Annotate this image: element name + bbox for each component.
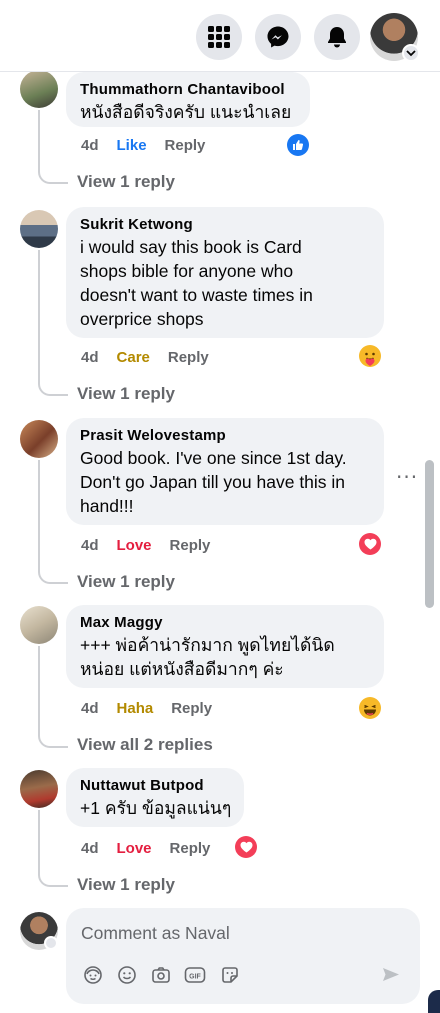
thread-line <box>38 250 40 384</box>
thread-connector <box>38 734 68 748</box>
comment-timestamp[interactable]: 4d <box>81 537 99 554</box>
comment-timestamp[interactable]: 4d <box>81 840 99 857</box>
thread-connector <box>38 382 68 396</box>
comment-timestamp[interactable]: 4d <box>81 349 99 366</box>
comment-actions: 4d Haha Reply <box>81 700 212 717</box>
thread-line <box>38 460 40 572</box>
view-replies-link[interactable]: View all 2 replies <box>77 735 213 755</box>
comment-bubble: Nuttawut Butpod +1 ครับ ข้อมูลแน่นๆ <box>66 768 244 827</box>
view-replies-link[interactable]: View 1 reply <box>77 172 175 192</box>
emoji-icon[interactable] <box>116 964 138 986</box>
love-icon[interactable] <box>235 836 257 858</box>
menu-grid-icon[interactable] <box>196 14 242 60</box>
view-replies-link[interactable]: View 1 reply <box>77 572 175 592</box>
comment-text-line: +1 ครับ ข้อมูลแน่นๆ <box>80 798 232 818</box>
avatar[interactable] <box>20 420 58 458</box>
thread-connector <box>38 873 68 887</box>
reply-button[interactable]: Reply <box>170 840 211 857</box>
avatar[interactable] <box>20 210 58 248</box>
comment-text-line: shops bible for anyone who <box>80 261 294 281</box>
haha-icon[interactable] <box>359 697 381 719</box>
reply-button[interactable]: Reply <box>165 137 206 154</box>
view-replies-link[interactable]: View 1 reply <box>77 875 175 895</box>
avatar[interactable] <box>20 606 58 644</box>
thread-connector <box>38 170 68 184</box>
scrollbar-thumb[interactable] <box>425 460 434 608</box>
svg-text:GIF: GIF <box>189 973 201 980</box>
comment-bubble: Prasit Welovestamp Good book. I've one s… <box>66 418 384 525</box>
comment-composer: GIF <box>66 908 420 1004</box>
sticker-icon[interactable] <box>219 964 241 986</box>
comment-text-line: hand!!! <box>80 496 134 516</box>
comment-bubble: Thummathorn Chantavibool หนังสือดีจริงคร… <box>66 72 310 127</box>
comment-text-line: หน่อย แต่หนังสือดีมากๆ ค่ะ <box>80 659 284 679</box>
top-navigation-bar <box>0 0 440 72</box>
comment-author[interactable]: Nuttawut Butpod <box>80 776 232 796</box>
camera-icon[interactable] <box>150 964 172 986</box>
gif-icon[interactable]: GIF <box>184 964 206 986</box>
comment-text-line: +++ พ่อค้าน่ารักมาก พูดไทยได้นิด <box>80 635 335 655</box>
comment-actions: 4d Like Reply <box>81 137 205 154</box>
window-edge <box>428 990 440 1013</box>
love-button[interactable]: Love <box>117 840 152 857</box>
comment-text: หนังสือดีจริงครับ แนะนำเลย <box>80 102 292 122</box>
comment-bubble: Max Maggy +++ พ่อค้าน่ารักมาก พูดไทยได้น… <box>66 605 384 688</box>
comment-text-line: doesn't want to waste times in <box>80 285 313 305</box>
chevron-down-icon[interactable] <box>402 44 420 62</box>
reply-button[interactable]: Reply <box>170 537 211 554</box>
comment-author[interactable]: Prasit Welovestamp <box>80 426 372 446</box>
comment-timestamp[interactable]: 4d <box>81 700 99 717</box>
view-replies-link[interactable]: View 1 reply <box>77 384 175 404</box>
comment-bubble: Sukrit Ketwong i would say this book is … <box>66 207 384 338</box>
comment-timestamp[interactable]: 4d <box>81 137 99 154</box>
haha-button[interactable]: Haha <box>117 700 154 717</box>
comment-text-line: i would say this book is Card <box>80 237 302 257</box>
reply-button[interactable]: Reply <box>168 349 209 366</box>
like-icon[interactable] <box>287 134 309 156</box>
thread-line <box>38 110 40 172</box>
messenger-icon[interactable] <box>255 14 301 60</box>
comment-text-line: Don't go Japan till you have this in <box>80 472 346 492</box>
comment-author[interactable]: Thummathorn Chantavibool <box>80 80 298 100</box>
comment-text-line: Good book. I've one since 1st day. <box>80 448 347 468</box>
avatar-sticker-icon[interactable] <box>82 964 104 986</box>
comment-author[interactable]: Max Maggy <box>80 613 372 633</box>
comment-input[interactable] <box>81 920 401 946</box>
comment-actions: 4d Love Reply <box>81 840 210 857</box>
love-icon[interactable] <box>359 533 381 555</box>
thread-line <box>38 646 40 736</box>
chevron-down-icon[interactable] <box>44 936 58 950</box>
comment-actions: 4d Love Reply <box>81 537 210 554</box>
more-options-icon[interactable]: ··· <box>396 465 418 489</box>
care-icon[interactable] <box>359 345 381 367</box>
notifications-bell-icon[interactable] <box>314 14 360 60</box>
love-button[interactable]: Love <box>117 537 152 554</box>
comment-author[interactable]: Sukrit Ketwong <box>80 215 372 235</box>
thread-connector <box>38 570 68 584</box>
thread-line <box>38 810 40 875</box>
like-button[interactable]: Like <box>117 137 147 154</box>
send-icon[interactable] <box>380 964 402 986</box>
care-button[interactable]: Care <box>117 349 150 366</box>
comment-text-line: overprice shops <box>80 309 204 329</box>
reply-button[interactable]: Reply <box>171 700 212 717</box>
avatar[interactable] <box>20 770 58 808</box>
avatar[interactable] <box>20 70 58 108</box>
comment-actions: 4d Care Reply <box>81 349 209 366</box>
